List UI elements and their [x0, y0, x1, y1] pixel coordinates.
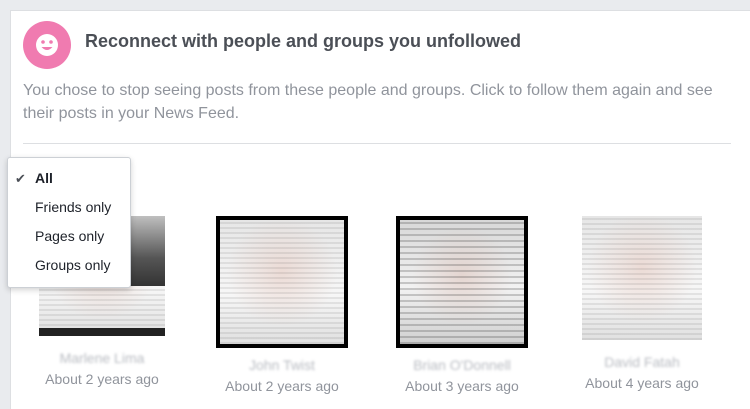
- menu-item-label: Groups only: [35, 257, 111, 273]
- unfollow-time: About 3 years ago: [405, 378, 519, 394]
- menu-item-groups-only[interactable]: Groups only: [8, 251, 130, 280]
- profile-photo[interactable]: [396, 216, 528, 348]
- menu-item-all[interactable]: ✔ All: [8, 164, 130, 193]
- menu-item-label: Friends only: [35, 199, 112, 215]
- divider: [23, 143, 731, 144]
- unfollow-time: About 4 years ago: [585, 375, 699, 391]
- profile-card[interactable]: David Fatah About 4 years ago: [572, 216, 712, 391]
- menu-item-pages-only[interactable]: Pages only: [8, 222, 130, 251]
- profile-card[interactable]: Brian O'Donnell About 3 years ago: [392, 216, 532, 394]
- menu-item-label: All: [35, 170, 53, 186]
- unfollow-time: About 2 years ago: [225, 378, 339, 394]
- filter-dropdown-menu: ✔ All Friends only Pages only Groups onl…: [7, 157, 131, 288]
- checkmark-icon: ✔: [15, 171, 26, 186]
- profile-name[interactable]: John Twist: [212, 357, 352, 373]
- profile-name[interactable]: Marlene Lima: [32, 350, 172, 366]
- smiley-icon: [23, 21, 71, 69]
- menu-item-friends-only[interactable]: Friends only: [8, 193, 130, 222]
- profile-name[interactable]: David Fatah: [572, 354, 712, 370]
- unfollow-time: About 2 years ago: [45, 371, 159, 387]
- profile-photo[interactable]: [582, 216, 702, 340]
- page-description: You chose to stop seeing posts from thes…: [23, 82, 713, 122]
- profile-photo[interactable]: [216, 216, 348, 348]
- profile-card[interactable]: John Twist About 2 years ago: [212, 216, 352, 394]
- photo-shadow: [129, 216, 165, 286]
- menu-item-label: Pages only: [35, 228, 105, 244]
- page-title: Reconnect with people and groups you unf…: [85, 31, 522, 51]
- photo-bottom-bar: [39, 328, 165, 336]
- profile-name[interactable]: Brian O'Donnell: [392, 357, 532, 373]
